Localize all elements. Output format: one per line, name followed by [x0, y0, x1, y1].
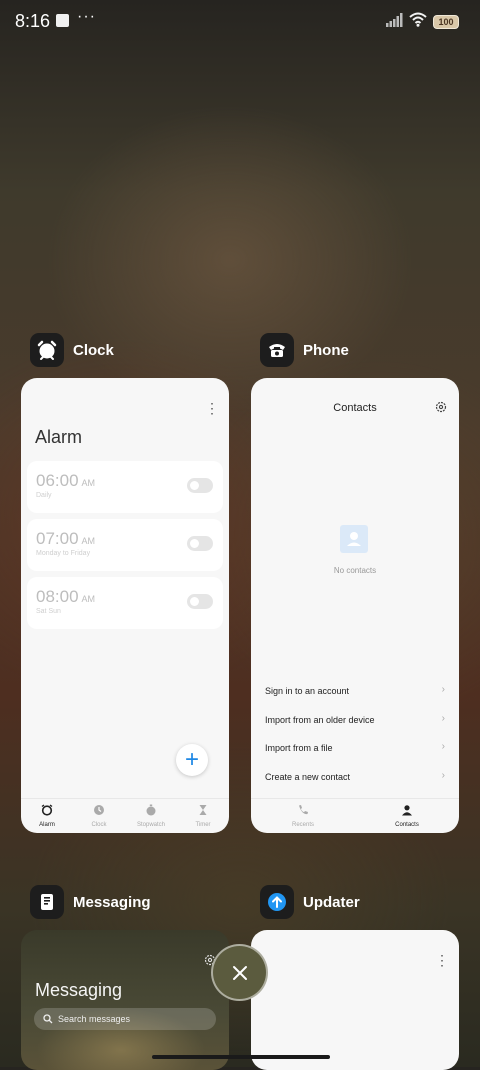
tab-contacts[interactable]: Contacts: [355, 799, 459, 833]
alarm-toggle[interactable]: [187, 594, 213, 609]
chevron-right-icon: ›: [441, 713, 445, 724]
tab-timer[interactable]: Timer: [177, 799, 229, 833]
create-contact-button[interactable]: Create a new contact: [265, 772, 445, 782]
alarm-repeat: Sat Sun: [36, 608, 61, 615]
messaging-app-card[interactable]: Messaging Search messages: [21, 930, 229, 1070]
chevron-right-icon: ›: [441, 741, 445, 752]
close-icon: [232, 965, 247, 980]
alarm-time: 07:00 AM: [36, 529, 96, 548]
chevron-right-icon: ›: [441, 684, 445, 695]
updater-app-header[interactable]: Updater: [260, 884, 360, 920]
battery-indicator: 100: [433, 15, 459, 29]
tab-recents[interactable]: Recents: [251, 799, 355, 833]
messaging-title: Messaging: [35, 980, 123, 1000]
home-indicator[interactable]: [152, 1055, 330, 1059]
alarm-repeat: Daily: [36, 492, 52, 499]
contacts-title: Contacts: [333, 402, 377, 414]
phone-app-name: Phone: [303, 341, 349, 359]
more-options-icon[interactable]: ⋮: [205, 400, 219, 417]
contacts-person-icon: [402, 805, 412, 816]
messaging-app-name: Messaging: [73, 893, 151, 911]
recents-phone-icon: [299, 805, 308, 815]
tab-timer-label: Timer: [195, 822, 211, 828]
clock-app-header[interactable]: Clock: [30, 332, 114, 368]
clear-all-button[interactable]: [211, 944, 268, 1001]
search-messages-input[interactable]: Search messages: [34, 1008, 216, 1030]
chevron-right-icon: ›: [441, 770, 445, 781]
tab-clock[interactable]: Clock: [73, 799, 125, 833]
import-older-device-button[interactable]: Import from an older device: [265, 715, 445, 725]
stopwatch-icon: [146, 804, 156, 816]
settings-gear-icon[interactable]: [435, 401, 447, 413]
status-bar: 8:16 ··· 100: [0, 0, 480, 44]
tab-contacts-label: Contacts: [395, 822, 419, 828]
search-placeholder: Search messages: [58, 1014, 131, 1024]
alarm-repeat: Monday to Friday: [36, 550, 91, 557]
alarm-item[interactable]: 08:00 AM Sat Sun: [27, 577, 223, 629]
phone-icon: [260, 333, 294, 367]
wifi-icon: [409, 12, 427, 27]
updater-icon: [260, 885, 294, 919]
alarm-item[interactable]: 07:00 AM Monday to Friday: [27, 519, 223, 571]
alarm-time: 06:00 AM: [36, 471, 96, 490]
messaging-app-header[interactable]: Messaging: [30, 884, 151, 920]
phone-bottom-nav: Recents Contacts: [251, 798, 459, 833]
updater-app-name: Updater: [303, 893, 360, 911]
signal-icon: [386, 13, 403, 27]
no-contacts-text: No contacts: [333, 566, 377, 575]
tab-alarm[interactable]: Alarm: [21, 799, 73, 833]
clock-app-name: Clock: [73, 341, 114, 359]
phone-app-card[interactable]: Contacts No contacts Sign in to an accou…: [251, 378, 459, 833]
tab-stopwatch-label: Stopwatch: [136, 822, 166, 828]
alarm-title: Alarm: [35, 427, 83, 447]
hourglass-icon: [199, 805, 207, 815]
add-alarm-button[interactable]: +: [176, 744, 208, 776]
alarm-clock-icon: [30, 333, 64, 367]
clock-bottom-nav: Alarm Clock Stopwatch Timer: [21, 798, 229, 833]
alarm-icon: [41, 804, 53, 816]
updater-app-card[interactable]: ⋮: [251, 930, 459, 1070]
sign-in-account-button[interactable]: Sign in to an account: [265, 686, 445, 696]
alarm-item[interactable]: 06:00 AM Daily: [27, 461, 223, 513]
alarm-toggle[interactable]: [187, 536, 213, 551]
status-time: 8:16: [15, 11, 51, 31]
phone-app-header[interactable]: Phone: [260, 332, 349, 368]
messaging-icon: [30, 885, 64, 919]
alarm-time: 08:00 AM: [36, 587, 96, 606]
empty-contacts-icon: [340, 525, 368, 553]
tab-clock-label: Clock: [91, 822, 107, 828]
more-options-icon[interactable]: ⋮: [435, 952, 449, 969]
tab-alarm-label: Alarm: [39, 822, 55, 828]
tab-stopwatch[interactable]: Stopwatch: [125, 799, 177, 833]
more-notifications-icon: ···: [77, 8, 96, 25]
notification-icon: [56, 14, 69, 27]
alarm-toggle[interactable]: [187, 478, 213, 493]
search-icon: [43, 1014, 53, 1024]
import-file-button[interactable]: Import from a file: [265, 743, 445, 753]
tab-recents-label: Recents: [291, 822, 314, 828]
clock-icon: [94, 805, 104, 815]
clock-app-card[interactable]: ⋮ Alarm 06:00 AM Daily 07:00 AM Monday to …: [21, 378, 229, 833]
